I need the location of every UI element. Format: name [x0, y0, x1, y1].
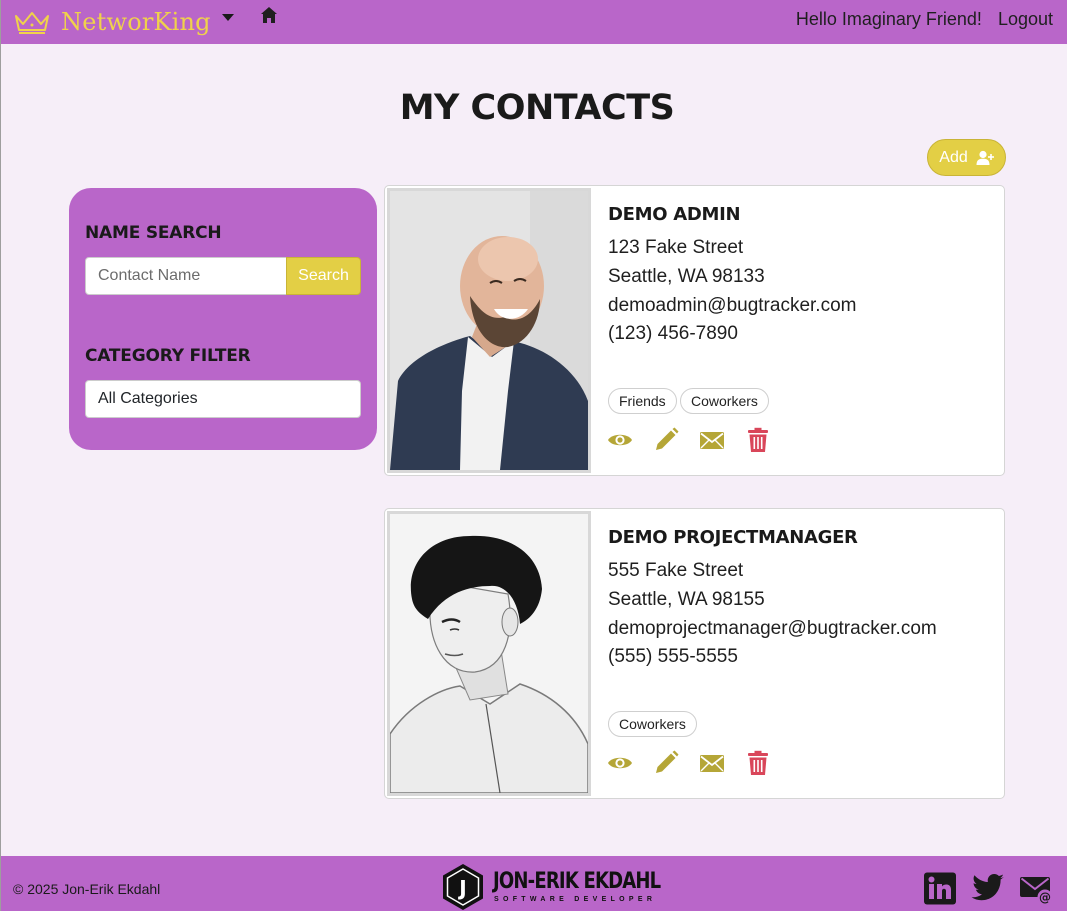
logo-letter: J [457, 876, 466, 900]
logout-link[interactable]: Logout [998, 9, 1053, 30]
user-greeting: Hello Imaginary Friend! [795, 8, 982, 29]
add-button-label: Add [939, 148, 968, 166]
svg-text:@: @ [1039, 891, 1051, 905]
add-contact-button[interactable]: Add [927, 139, 1006, 176]
contact-photo [387, 188, 591, 473]
contact-name-input[interactable] [85, 257, 287, 295]
caret-down-icon[interactable] [221, 13, 234, 21]
nav-right: Hello Imaginary Friend! Logout [796, 9, 1053, 30]
category-select[interactable]: All Categories [85, 380, 361, 418]
contact-city: Seattle, WA 98133 [608, 266, 765, 287]
category-filter-heading: CATEGORY FILTER [85, 346, 251, 366]
email-icon[interactable]: @ [1019, 872, 1053, 905]
contact-email: demoadmin@bugtracker.com [608, 295, 857, 316]
contact-card: DEMO ADMIN 123 Fake Street Seattle, WA 9… [384, 185, 1005, 476]
copyright-text: © 2025 Jon-Erik Ekdahl [13, 881, 161, 897]
contact-name: DEMO PROJECTMANAGER [608, 527, 858, 548]
trash-icon[interactable] [745, 427, 771, 453]
eye-icon[interactable] [607, 427, 633, 453]
footer: © 2025 Jon-Erik Ekdahl J JON-ERIK EKDAHL… [1, 856, 1067, 911]
category-tag: Friends [608, 388, 677, 414]
linkedin-icon[interactable] [923, 872, 957, 905]
crown-icon [15, 12, 49, 34]
add-user-icon [976, 150, 994, 165]
envelope-icon[interactable] [699, 750, 725, 776]
developer-name: JON-ERIK EKDAHL [493, 869, 661, 894]
contact-card: DEMO PROJECTMANAGER 555 Fake Street Seat… [384, 508, 1005, 799]
category-tag: Coworkers [680, 388, 769, 414]
pencil-icon[interactable] [653, 427, 679, 453]
pencil-icon[interactable] [653, 750, 679, 776]
page-title: MY CONTACTS [399, 88, 675, 128]
contact-street: 555 Fake Street [608, 560, 744, 581]
search-button[interactable]: Search [286, 257, 361, 295]
contact-city: Seattle, WA 98155 [608, 589, 765, 610]
brand-name: NetworKing [61, 8, 211, 36]
envelope-icon[interactable] [699, 427, 725, 453]
navbar: NetworKing Hello Imaginary Friend! Logou… [1, 0, 1067, 44]
trash-icon[interactable] [745, 750, 771, 776]
category-tag: Coworkers [608, 711, 697, 737]
developer-logo-icon[interactable]: J [441, 863, 485, 911]
twitter-icon[interactable] [971, 872, 1005, 905]
contact-email: demoprojectmanager@bugtracker.com [608, 618, 937, 639]
name-search-heading: NAME SEARCH [85, 223, 222, 243]
eye-icon[interactable] [607, 750, 633, 776]
contact-street: 123 Fake Street [608, 237, 744, 258]
contact-name: DEMO ADMIN [608, 204, 741, 225]
developer-subtitle: SOFTWARE DEVELOPER [494, 896, 657, 903]
contact-phone: (123) 456-7890 [608, 323, 738, 344]
contact-phone: (555) 555-5555 [608, 646, 738, 667]
filter-sidebar: NAME SEARCH Search CATEGORY FILTER All C… [69, 188, 377, 450]
brand-link[interactable]: NetworKing [13, 8, 211, 36]
home-icon[interactable] [260, 6, 278, 24]
contact-photo [387, 511, 591, 796]
